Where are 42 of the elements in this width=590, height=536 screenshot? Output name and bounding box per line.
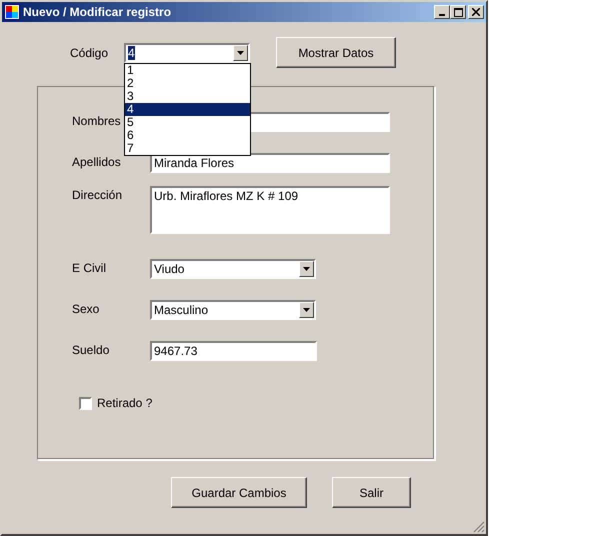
dropdown-option[interactable]: 5 [125,116,250,128]
dropdown-option[interactable]: 6 [125,128,250,142]
text-area[interactable]: Urb. Miraflores MZ K # 109 [150,186,390,234]
caret-icon [303,267,310,271]
resize-grip-icon[interactable] [473,521,485,533]
field-label: Código [70,46,110,60]
field-label: Apellidos [72,155,121,169]
text-field[interactable]: Miranda Flores [150,153,390,173]
show-data-button[interactable]: Mostrar Datos [276,37,396,68]
close-button[interactable] [468,5,484,19]
checkbox[interactable] [79,396,92,410]
checkbox-label: Retirado ? [97,396,152,410]
dropdown-value: 4 [128,46,135,60]
maximize-icon [454,8,462,16]
code-dropdown[interactable]: 4 [124,42,250,62]
dropdown-field[interactable]: Masculino [150,300,316,320]
field-label: Nombres [72,114,121,128]
dropdown-option[interactable]: 2 [125,76,250,90]
dropdown-field[interactable]: Viudo [150,259,316,279]
caret-icon [237,50,244,54]
dropdown-arrow-button[interactable] [233,44,248,60]
minimize-button[interactable] [434,5,450,19]
window-title: Nuevo / Modificar registro [23,5,172,19]
dropdown-value: Masculino [154,303,208,317]
dropdown-option[interactable]: 3 [125,90,250,102]
dropdown-option[interactable]: 7 [125,142,250,154]
field-label: Sexo [72,302,100,316]
text-field[interactable]: 9467.73 [150,341,317,361]
exit-button[interactable]: Salir [332,477,411,508]
dropdown-option[interactable]: 4 [125,102,250,116]
dropdown-option[interactable]: 1 [125,64,250,76]
field-label: Sueldo [72,343,110,357]
field-label: E Civil [72,261,106,275]
dropdown-value: Viudo [154,262,184,276]
dropdown-arrow-button[interactable] [299,302,314,318]
maximize-button[interactable] [450,5,466,19]
caret-icon [303,308,310,312]
app-icon [4,4,20,20]
field-label: Dirección [72,188,122,202]
close-icon [472,8,480,16]
dropdown-arrow-button[interactable] [299,261,314,277]
save-changes-button[interactable]: Guardar Cambios [171,477,307,508]
